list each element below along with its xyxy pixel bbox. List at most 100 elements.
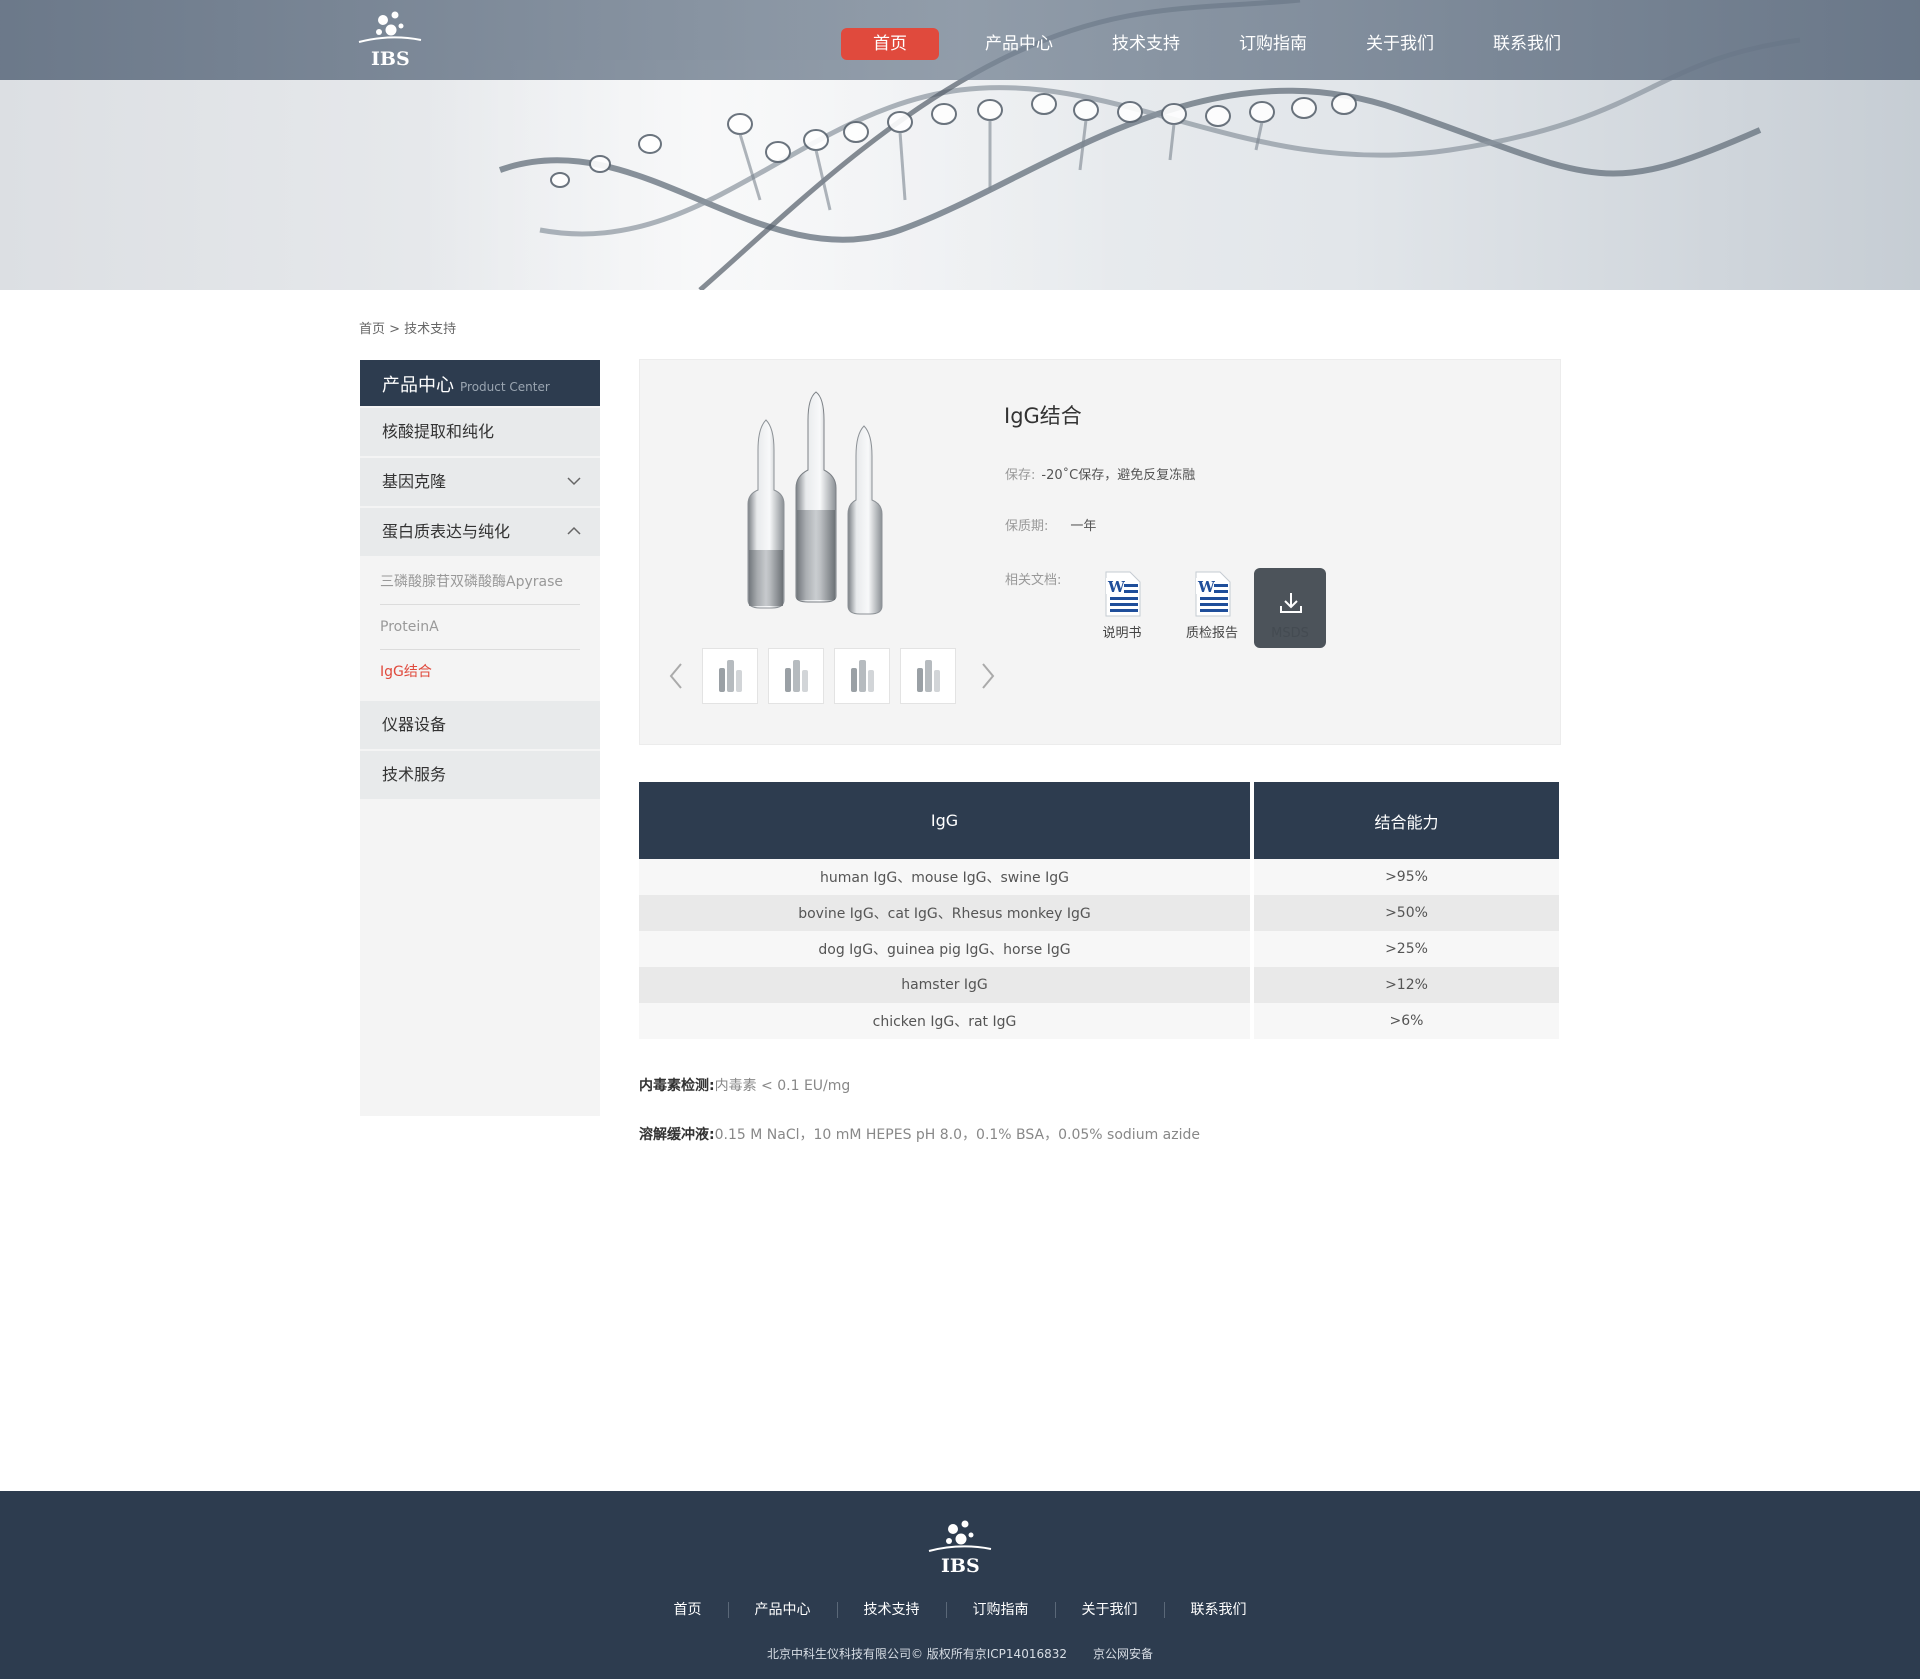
shelf-life-label: 保质期: bbox=[1005, 519, 1049, 534]
carousel-prev-button[interactable] bbox=[660, 656, 692, 696]
nav-item-home[interactable]: 首页 bbox=[841, 28, 939, 60]
buffer-note: 溶解缓冲液:0.15 M NaCl，10 mM HEPES pH 8.0，0.1… bbox=[639, 1124, 1200, 1144]
svg-text:W: W bbox=[1107, 578, 1126, 596]
sidebar-item-tech-service[interactable]: 技术服务 bbox=[360, 751, 600, 799]
table-header-row: IgG 结合能力 bbox=[639, 782, 1559, 859]
breadcrumb[interactable]: 首页 > 技术支持 bbox=[359, 318, 456, 337]
thumbnail[interactable] bbox=[834, 648, 890, 704]
word-doc-icon: W bbox=[1105, 571, 1141, 617]
footer-nav: 首页 产品中心 技术支持 订购指南 关于我们 联系我们 bbox=[0, 1602, 1920, 1618]
logo-text: IBS bbox=[371, 48, 410, 70]
nav-item-tech-support[interactable]: 技术支持 bbox=[1096, 28, 1196, 60]
nav-item-products[interactable]: 产品中心 bbox=[969, 28, 1069, 60]
table-header-igg: IgG bbox=[639, 782, 1254, 859]
shelf-life-value: 一年 bbox=[1070, 519, 1097, 534]
thumbnail[interactable] bbox=[900, 648, 956, 704]
footer-link-home[interactable]: 首页 bbox=[648, 1602, 729, 1618]
thumbnail-image bbox=[917, 660, 940, 692]
storage-row: 保存: -20˚C保存，避免反复冻融 bbox=[1005, 464, 1195, 483]
table-row: hamster IgG >12% bbox=[639, 967, 1559, 1003]
table-header-capacity: 结合能力 bbox=[1254, 782, 1559, 859]
table-row: dog IgG、guinea pig IgG、horse IgG >25% bbox=[639, 931, 1559, 967]
footer-link-tech-support[interactable]: 技术支持 bbox=[838, 1602, 947, 1618]
nav-item-about[interactable]: 关于我们 bbox=[1350, 28, 1450, 60]
storage-value: -20˚C保存，避免反复冻融 bbox=[1041, 468, 1196, 483]
qc-report-doc-link[interactable]: W 质检报告 bbox=[1176, 570, 1248, 641]
thumbnail[interactable] bbox=[702, 648, 758, 704]
product-title: IgG结合 bbox=[1004, 404, 1082, 428]
sidebar-subitem-igg[interactable]: IgG结合 bbox=[380, 650, 580, 695]
site-logo[interactable]: IBS bbox=[355, 8, 425, 72]
thumbnail-image bbox=[719, 660, 742, 692]
product-panel: IgG结合 保存: -20˚C保存，避免反复冻融 保质期: 一年 相关文档: W 说… bbox=[639, 359, 1561, 745]
carousel-next-button[interactable] bbox=[972, 656, 1004, 696]
table-cell: >95% bbox=[1254, 859, 1559, 895]
sidebar-header: 产品中心 Product Center bbox=[360, 360, 600, 406]
manual-doc-link[interactable]: W 说明书 bbox=[1086, 570, 1158, 641]
copyright: 北京中科生仪科技有限公司© 版权所有京ICP14016832 京公网安备 bbox=[0, 1645, 1920, 1662]
table-cell: human IgG、mouse IgG、swine IgG bbox=[639, 859, 1254, 895]
copyright-text: 北京中科生仪科技有限公司© 版权所有京ICP14016832 bbox=[766, 1647, 1068, 1661]
table-row: bovine IgG、cat IgG、Rhesus monkey IgG >50… bbox=[639, 895, 1559, 931]
hero-banner: IBS 首页 产品中心 技术支持 订购指南 关于我们 联系我们 bbox=[0, 0, 1920, 290]
shelf-life-row: 保质期: 一年 bbox=[1005, 515, 1096, 534]
sidebar-item-protein[interactable]: 蛋白质表达与纯化 bbox=[360, 508, 600, 556]
table-cell: dog IgG、guinea pig IgG、horse IgG bbox=[639, 931, 1254, 967]
storage-label: 保存: bbox=[1005, 468, 1036, 483]
sidebar-item-label: 仪器设备 bbox=[382, 715, 447, 734]
sidebar-item-label: 蛋白质表达与纯化 bbox=[382, 522, 511, 541]
thumbnail[interactable] bbox=[768, 648, 824, 704]
sidebar-subitem-apyrase[interactable]: 三磷酸腺苷双磷酸酶Apyrase bbox=[380, 560, 580, 605]
table-cell: >12% bbox=[1254, 967, 1559, 1003]
doc-label: 质检报告 bbox=[1185, 626, 1238, 641]
product-image[interactable] bbox=[744, 390, 904, 620]
buffer-label: 溶解缓冲液: bbox=[639, 1127, 715, 1143]
table-cell: chicken IgG、rat IgG bbox=[639, 1003, 1254, 1039]
footer-link-order-guide[interactable]: 订购指南 bbox=[947, 1602, 1056, 1618]
download-icon bbox=[1280, 593, 1302, 613]
chevron-down-icon bbox=[567, 477, 581, 486]
table-cell: >50% bbox=[1254, 895, 1559, 931]
doc-label: MSDS bbox=[1271, 626, 1309, 641]
table-cell: >25% bbox=[1254, 931, 1559, 967]
chevron-up-icon bbox=[567, 526, 581, 535]
chevron-left-icon bbox=[669, 663, 682, 689]
nav-item-order-guide[interactable]: 订购指南 bbox=[1223, 28, 1323, 60]
top-navbar: IBS 首页 产品中心 技术支持 订购指南 关于我们 联系我们 bbox=[0, 0, 1920, 80]
footer-link-about[interactable]: 关于我们 bbox=[1056, 1602, 1165, 1618]
docs-label: 相关文档: bbox=[1005, 573, 1062, 588]
table-row: chicken IgG、rat IgG >6% bbox=[639, 1003, 1559, 1039]
logo-text: IBS bbox=[941, 1555, 980, 1577]
binding-capacity-table: IgG 结合能力 human IgG、mouse IgG、swine IgG >… bbox=[639, 782, 1559, 1039]
table-cell: hamster IgG bbox=[639, 967, 1254, 1003]
police-record[interactable]: 京公网安备 bbox=[1093, 1647, 1153, 1661]
thumbnail-image bbox=[851, 660, 874, 692]
table-row: human IgG、mouse IgG、swine IgG >95% bbox=[639, 859, 1559, 895]
chevron-right-icon bbox=[982, 663, 995, 689]
thumbnail-carousel bbox=[660, 648, 1004, 704]
sidebar-subtitle: Product Center bbox=[460, 380, 550, 394]
footer-link-contact[interactable]: 联系我们 bbox=[1165, 1602, 1273, 1618]
thumbnail-image bbox=[785, 660, 808, 692]
sidebar: 产品中心 Product Center 核酸提取和纯化 基因克隆 蛋白质表达与纯化… bbox=[360, 360, 600, 1116]
nav-item-contact[interactable]: 联系我们 bbox=[1477, 28, 1577, 60]
sidebar-submenu: 三磷酸腺苷双磷酸酶Apyrase ProteinA IgG结合 bbox=[360, 556, 600, 699]
sidebar-item-nucleic-acid[interactable]: 核酸提取和纯化 bbox=[360, 408, 600, 456]
sidebar-item-instruments[interactable]: 仪器设备 bbox=[360, 701, 600, 749]
endotoxin-note: 内毒素检测:内毒素 < 0.1 EU/mg bbox=[639, 1075, 850, 1095]
footer-link-products[interactable]: 产品中心 bbox=[729, 1602, 838, 1618]
table-cell: >6% bbox=[1254, 1003, 1559, 1039]
sidebar-item-label: 基因克隆 bbox=[382, 472, 447, 491]
endotoxin-label: 内毒素检测: bbox=[639, 1078, 715, 1094]
sidebar-subitem-proteina[interactable]: ProteinA bbox=[380, 605, 580, 650]
buffer-value: 0.15 M NaCl，10 mM HEPES pH 8.0，0.1% BSA，… bbox=[714, 1127, 1200, 1143]
svg-text:W: W bbox=[1197, 578, 1216, 596]
table-cell: bovine IgG、cat IgG、Rhesus monkey IgG bbox=[639, 895, 1254, 931]
sidebar-item-label: 技术服务 bbox=[382, 765, 447, 784]
msds-download-button[interactable]: MSDS bbox=[1254, 568, 1326, 648]
endotoxin-value: 内毒素 < 0.1 EU/mg bbox=[714, 1078, 851, 1094]
sidebar-item-label: 核酸提取和纯化 bbox=[382, 422, 495, 441]
footer-logo[interactable]: IBS bbox=[925, 1517, 995, 1581]
main-nav: 首页 产品中心 技术支持 订购指南 关于我们 联系我们 bbox=[841, 28, 1604, 60]
sidebar-item-gene-cloning[interactable]: 基因克隆 bbox=[360, 458, 600, 506]
